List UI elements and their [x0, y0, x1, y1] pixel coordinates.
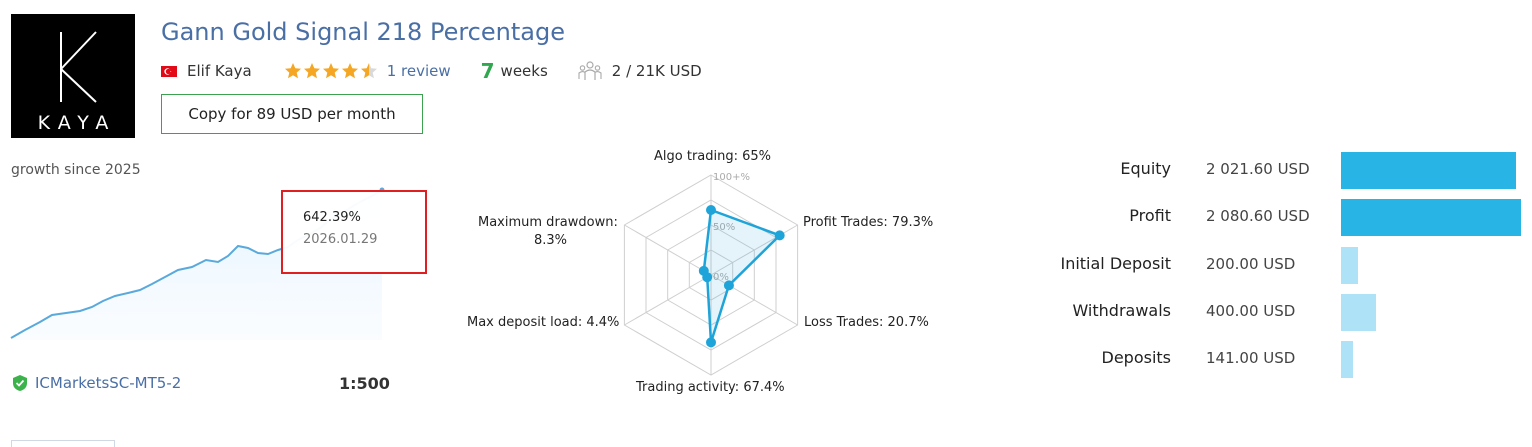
growth-tooltip: 642.39% 2026.01.29 [281, 190, 427, 274]
star-icon [303, 63, 320, 79]
fin-label-profit: Profit [1129, 206, 1171, 225]
fin-bar [1341, 294, 1376, 331]
fin-value: 200.00 USD [1206, 255, 1296, 273]
turkey-flag-icon [161, 65, 177, 77]
radar-point [706, 337, 716, 348]
radar-label-drawdown: Maximum drawdown: [478, 215, 618, 230]
leverage-value: 1:500 [339, 374, 390, 393]
fin-bar [1341, 341, 1353, 378]
fin-value: 2 080.60 USD [1206, 207, 1310, 225]
radar-label-algo: Algo trading: 65% [654, 149, 772, 164]
radar-chart: 100+%50%0% [623, 172, 799, 376]
tooltip-value: 642.39% [303, 210, 361, 225]
star-icon [284, 63, 301, 79]
fin-bar [1341, 247, 1358, 284]
verified-shield-icon [13, 375, 27, 391]
fin-value: 2 021.60 USD [1206, 160, 1310, 178]
author-link[interactable]: Elif Kaya [187, 62, 252, 80]
tooltip-date: 2026.01.29 [303, 232, 378, 247]
subscribers-icon [578, 61, 602, 80]
copy-signal-button[interactable]: Copy for 89 USD per month [161, 94, 423, 134]
fin-label-initial-deposit: Initial Deposit [1060, 254, 1171, 273]
weeks-value: 7 [480, 59, 495, 83]
signal-meta-row: Elif Kaya 1 review 7 weeks 2 / 21K USD [161, 59, 702, 83]
radar-label-profit: Profit Trades: 79.3% [803, 215, 934, 230]
reviews-link[interactable]: 1 review [387, 62, 451, 80]
broker-link[interactable]: ICMarketsSC-MT5-2 [11, 374, 181, 392]
fin-label-equity: Equity [1120, 159, 1171, 178]
fin-bar [1341, 199, 1521, 236]
radar-point [698, 265, 709, 276]
radar-point [706, 205, 716, 215]
fin-value: 141.00 USD [1206, 349, 1296, 367]
signal-logo: KAYA [11, 14, 135, 138]
fin-value: 400.00 USD [1206, 302, 1296, 320]
fin-label-deposits: Deposits [1101, 348, 1172, 367]
fin-bar [1341, 152, 1516, 189]
star-icon [322, 63, 339, 79]
radar-label-deposit-load: Max deposit load: 4.4% [467, 315, 620, 330]
radar-point [723, 280, 734, 291]
star-icon [360, 63, 377, 79]
radar-label-activity: Trading activity: 67.4% [636, 380, 785, 395]
fin-label-withdrawals: Withdrawals [1072, 301, 1171, 320]
growth-label: growth since 2025 [11, 162, 141, 178]
star-icon [341, 63, 358, 79]
tab-indicator[interactable] [11, 440, 115, 447]
radar-label-drawdown-value: 8.3% [534, 233, 568, 248]
weeks-label: weeks [500, 62, 548, 80]
page-title[interactable]: Gann Gold Signal 218 Percentage [161, 18, 565, 46]
broker-name: ICMarketsSC-MT5-2 [35, 374, 182, 392]
subscribers-value: 2 / 21K USD [611, 62, 702, 80]
radar-area [702, 208, 782, 343]
logo-text: KAYA [37, 112, 117, 134]
radar-point [774, 230, 785, 241]
radar-tick-label: 100+% [713, 172, 750, 183]
radar-label-loss: Loss Trades: 20.7% [804, 315, 929, 330]
rating-stars [284, 62, 379, 80]
